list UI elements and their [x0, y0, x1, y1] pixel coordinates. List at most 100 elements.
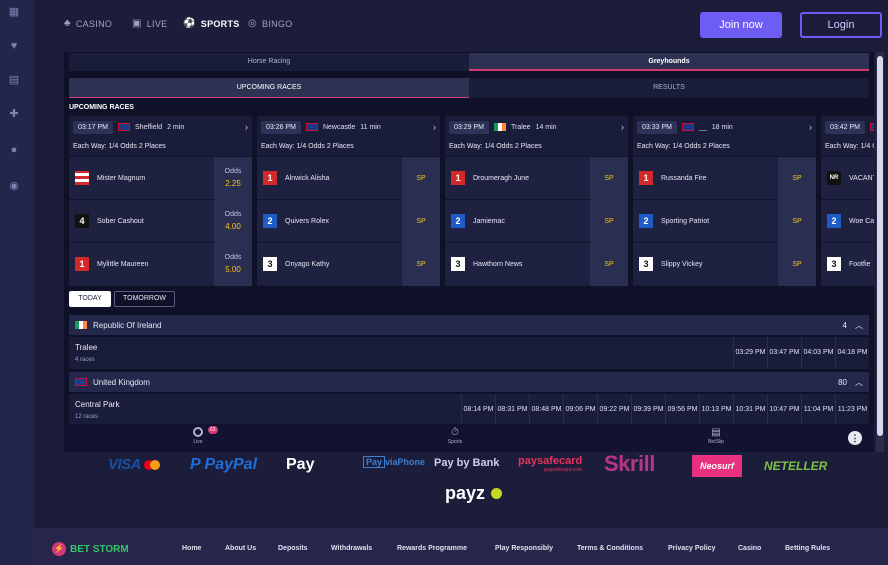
race-time-cell[interactable]: 09:06 PM: [563, 394, 597, 426]
odds-button[interactable]: SP: [402, 156, 440, 200]
tomorrow-button[interactable]: TOMORROW: [114, 291, 175, 307]
odds-button[interactable]: Odds 2.25: [214, 156, 252, 200]
race-time-cell[interactable]: 04:18 PM: [835, 337, 869, 369]
footer-link-withdrawals[interactable]: Withdrawals: [331, 545, 372, 552]
today-button[interactable]: TODAY: [69, 291, 111, 307]
chip-icon[interactable]: ●: [8, 144, 20, 156]
odds-button[interactable]: SP: [590, 156, 628, 200]
race-time-cell[interactable]: 04:03 PM: [801, 337, 835, 369]
race-card[interactable]: 03:26 PM Newcastle 11 min › Each Way: 1/4 Od…: [257, 116, 440, 286]
race-card-header: 03:33 PM __ 18 min ›: [633, 116, 816, 138]
odds-button[interactable]: Odds 4.00: [214, 199, 252, 243]
race-time-cell[interactable]: 03:47 PM: [767, 337, 801, 369]
chevron-right-icon[interactable]: ›: [809, 122, 812, 132]
footer-link-privacy[interactable]: Privacy Policy: [668, 545, 715, 552]
footer-link-rewards[interactable]: Rewards Programme: [397, 545, 467, 552]
payviaphone-text: viaPhone: [385, 457, 426, 467]
odds-button[interactable]: SP: [590, 242, 628, 286]
odds-button[interactable]: SP: [778, 156, 816, 200]
nav-bingo[interactable]: ◎ BINGO: [248, 18, 293, 29]
tab-horse-racing[interactable]: Horse Racing: [69, 53, 469, 71]
runner-name: Footfie: [849, 260, 871, 268]
payviaphone-pay: Pay: [363, 456, 386, 468]
live-tab[interactable]: Live 63: [188, 426, 218, 445]
country-row-uk[interactable]: United Kingdom 80 ︿: [69, 372, 869, 392]
race-time: 03:26 PM: [261, 120, 301, 134]
footer-link-casino[interactable]: Casino: [738, 545, 761, 552]
tab-greyhounds[interactable]: Greyhounds: [469, 53, 869, 71]
odds-button[interactable]: SP: [778, 199, 816, 243]
login-button[interactable]: Login: [800, 12, 882, 38]
sports-tab[interactable]: ⏱ Sports: [444, 427, 466, 445]
heart-icon[interactable]: ♥: [8, 40, 20, 52]
odds-button[interactable]: Odds 5.00: [214, 242, 252, 286]
support-icon[interactable]: ◉: [8, 180, 20, 192]
odds-button[interactable]: SP: [778, 242, 816, 286]
country-name: United Kingdom: [93, 377, 150, 387]
betslip-icon: ▤: [711, 427, 721, 438]
chevron-up-icon[interactable]: ︿: [855, 377, 863, 388]
paysafecard-text: paysafecard: [518, 455, 583, 467]
nav-live[interactable]: ▣ LIVE: [132, 18, 167, 29]
race-card[interactable]: 03:17 PM Sheffield 2 min › Each Way: 1/4 Odd…: [69, 116, 252, 286]
wallet-icon[interactable]: ▤: [8, 74, 20, 86]
meeting-row-tralee[interactable]: Tralee 4 races 03:29 PM 03:47 PM 04:03 PM 0…: [69, 337, 869, 369]
race-time-cell[interactable]: 11:04 PM: [801, 394, 835, 426]
cards-icon: ♣: [64, 18, 71, 29]
runner-row: 2 Woe Ca: [821, 199, 874, 242]
nav-sports[interactable]: ⚽ SPORTS: [183, 18, 240, 29]
chevron-up-icon[interactable]: ︿: [855, 320, 863, 331]
race-time: 03:17 PM: [73, 120, 113, 134]
race-card[interactable]: 03:33 PM __ 18 min › Each Way: 1/4 Odds 2 Pl…: [633, 116, 816, 286]
trap-number-icon: 1: [263, 171, 277, 185]
scrollbar-thumb[interactable]: [877, 56, 883, 436]
race-time-cell[interactable]: 10:13 PM: [699, 394, 733, 426]
race-venue: Tralee: [510, 123, 531, 131]
race-card[interactable]: 03:42 PM› Each Way: 1/4 Odds 2 Places NR VA…: [821, 116, 874, 286]
country-row-ireland[interactable]: Republic Of Ireland 4 ︿: [69, 315, 869, 335]
brand-logo[interactable]: ⚡ BET STORM: [52, 542, 129, 556]
meeting-row-central-park[interactable]: Central Park 12 races 08:14 PM 08:31 PM 08…: [69, 394, 869, 426]
race-card[interactable]: 03:29 PM Tralee 14 min › Each Way: 1/4 Odds …: [445, 116, 628, 286]
join-now-button[interactable]: Join now: [700, 12, 782, 38]
chevron-right-icon[interactable]: ›: [245, 122, 248, 132]
footer-link-betting-rules[interactable]: Betting Rules: [785, 545, 830, 552]
footer-link-play-responsibly[interactable]: Play Responsibly: [495, 545, 553, 552]
footer-link-about[interactable]: About Us: [225, 545, 256, 552]
race-time-cell[interactable]: 09:39 PM: [631, 394, 665, 426]
runner-row: 1 Mylittle Maureen Odds 5.00: [69, 242, 252, 286]
gift-icon[interactable]: ✚: [8, 108, 20, 120]
race-time-cell[interactable]: 08:14 PM: [461, 394, 495, 426]
trap-number-icon: 4: [75, 214, 89, 228]
odds-button[interactable]: SP: [402, 242, 440, 286]
race-time-cell[interactable]: 10:47 PM: [767, 394, 801, 426]
race-time-cell[interactable]: 08:48 PM: [529, 394, 563, 426]
visa-text: VISA: [108, 456, 141, 473]
race-time-cell[interactable]: 09:56 PM: [665, 394, 699, 426]
race-time-cell[interactable]: 11:23 PM: [835, 394, 869, 426]
tab-upcoming-races[interactable]: UPCOMING RACES: [69, 78, 469, 98]
chevron-right-icon[interactable]: ›: [621, 122, 624, 132]
pay-by-bank-logo: Pay by Bank: [434, 457, 512, 469]
race-time-cell[interactable]: 03:29 PM: [733, 337, 767, 369]
stopwatch-icon: ⏱: [451, 427, 459, 438]
chevron-right-icon[interactable]: ›: [433, 122, 436, 132]
nav-casino[interactable]: ♣ CASINO: [64, 18, 112, 29]
betslip-tab[interactable]: ▤ BetSlip: [704, 427, 728, 445]
race-time-cell[interactable]: 10:31 PM: [733, 394, 767, 426]
meeting-name: Central Park: [75, 400, 120, 409]
footer-link-home[interactable]: Home: [182, 545, 201, 552]
grid-icon[interactable]: ▦: [8, 6, 20, 18]
footer-link-terms[interactable]: Terms & Conditions: [577, 545, 643, 552]
race-time-cell[interactable]: 09:22 PM: [597, 394, 631, 426]
more-options-icon[interactable]: ⋮: [848, 431, 862, 445]
odds-button[interactable]: SP: [402, 199, 440, 243]
scrollbar[interactable]: [876, 52, 884, 452]
odds-button[interactable]: SP: [590, 199, 628, 243]
tab-results[interactable]: RESULTS: [469, 78, 869, 98]
each-way-terms: Each Way: 1/4 Odds 2 Places: [825, 143, 874, 150]
odds-value: SP: [792, 174, 802, 182]
racing-panel: Horse Racing Greyhounds UPCOMING RACES R…: [64, 52, 874, 452]
footer-link-deposits[interactable]: Deposits: [278, 545, 308, 552]
race-time-cell[interactable]: 08:31 PM: [495, 394, 529, 426]
